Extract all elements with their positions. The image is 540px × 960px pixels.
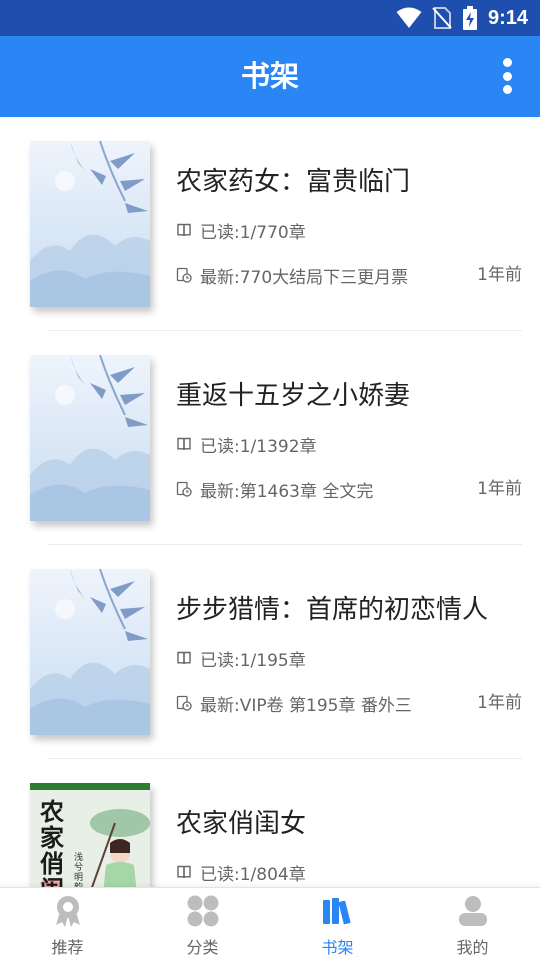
book-title: 农家俏闺女 — [176, 809, 307, 839]
book-title: 农家药女：富贵临门 — [176, 167, 411, 197]
read-progress-text: 已读:1/1392章 — [200, 436, 317, 457]
book-list-item[interactable]: 农家俏闺女浅兮明韵农家俏闺女已读:1/804章 — [0, 759, 540, 887]
open-book-icon — [176, 222, 192, 238]
book-cover-image: 农家俏闺女浅兮明韵 — [30, 783, 150, 887]
latest-update-icon — [176, 695, 192, 711]
latest-chapter: 最新:VIP卷 第195章 番外三 — [176, 692, 412, 716]
more-dot-icon — [502, 58, 512, 67]
read-progress-text: 已读:1/804章 — [200, 864, 306, 885]
award-ribbon-icon — [51, 894, 85, 928]
book-cover-image — [30, 141, 150, 307]
read-progress-text: 已读:1/195章 — [200, 650, 306, 671]
nav-item-recommend[interactable]: 推荐 — [0, 888, 135, 960]
book-cover[interactable] — [30, 569, 150, 735]
cover-author-text: 浅兮明韵 — [74, 853, 84, 887]
update-time: 1年前 — [477, 693, 522, 713]
read-progress: 已读:1/195章 — [176, 647, 306, 671]
read-progress: 已读:1/1392章 — [176, 433, 317, 457]
status-bar: 9:14 — [0, 0, 540, 36]
page-title: 书架 — [240, 59, 299, 93]
read-progress: 已读:1/804章 — [176, 861, 306, 885]
latest-update-icon — [176, 481, 192, 497]
book-cover[interactable]: 农家俏闺女浅兮明韵 — [30, 783, 150, 887]
no-sim-icon — [432, 7, 452, 29]
book-cover-image — [30, 355, 150, 521]
book-list-item[interactable]: 步步猎情：首席的初恋情人已读:1/195章最新:VIP卷 第195章 番外三 1年… — [0, 545, 540, 759]
bookshelf-icon — [321, 894, 355, 928]
status-icons: 9:14 — [396, 0, 528, 36]
latest-chapter: 最新:第1463章 全文完 — [176, 478, 374, 502]
latest-update-icon — [176, 267, 192, 283]
category-grid-icon — [186, 894, 220, 928]
nav-item-category[interactable]: 分类 — [135, 888, 270, 960]
status-time: 9:14 — [487, 6, 528, 29]
nav-label: 推荐 — [51, 938, 84, 957]
open-book-icon — [176, 864, 192, 880]
more-dot-icon — [502, 85, 512, 94]
latest-chapter-text: 最新:770大结局下三更月票 — [200, 267, 409, 288]
bottom-nav: 推荐 分类 书架 我的 — [0, 887, 540, 960]
book-list-item[interactable]: 重返十五岁之小娇妻已读:1/1392章最新:第1463章 全文完 1年前 — [0, 331, 540, 545]
nav-label: 书架 — [321, 938, 354, 957]
book-cover[interactable] — [30, 355, 150, 521]
wifi-icon — [396, 7, 422, 28]
latest-chapter: 最新:770大结局下三更月票 — [176, 264, 409, 288]
book-title: 步步猎情：首席的初恋情人 — [176, 595, 489, 625]
open-book-icon — [176, 436, 192, 452]
more-options-button[interactable] — [496, 56, 518, 96]
nav-label: 分类 — [186, 938, 219, 957]
app-bar: 书架 — [0, 36, 540, 117]
battery-charging-icon — [462, 6, 477, 30]
book-cover-image — [30, 569, 150, 735]
latest-chapter-text: 最新:VIP卷 第195章 番外三 — [200, 695, 412, 716]
book-cover[interactable] — [30, 141, 150, 307]
book-list-item[interactable]: 农家药女：富贵临门已读:1/770章最新:770大结局下三更月票 1年前 — [0, 117, 540, 331]
latest-chapter-text: 最新:第1463章 全文完 — [200, 481, 374, 502]
open-book-icon — [176, 650, 192, 666]
update-time: 1年前 — [477, 265, 522, 285]
more-dot-icon — [502, 71, 512, 81]
nav-item-bookshelf[interactable]: 书架 — [270, 888, 405, 960]
nav-item-mine[interactable]: 我的 — [405, 888, 540, 960]
nav-label: 我的 — [456, 938, 489, 957]
update-time: 1年前 — [477, 479, 522, 499]
user-profile-icon — [456, 894, 490, 928]
read-progress-text: 已读:1/770章 — [200, 222, 306, 243]
book-title: 重返十五岁之小娇妻 — [176, 381, 411, 411]
bookshelf-list[interactable]: 农家药女：富贵临门 已读:1/770章 最新:770大结局下三更月票 1年前 重返十五岁… — [0, 117, 540, 887]
read-progress: 已读:1/770章 — [176, 219, 306, 243]
cover-title-text: 农家俏闺女 — [40, 797, 64, 888]
